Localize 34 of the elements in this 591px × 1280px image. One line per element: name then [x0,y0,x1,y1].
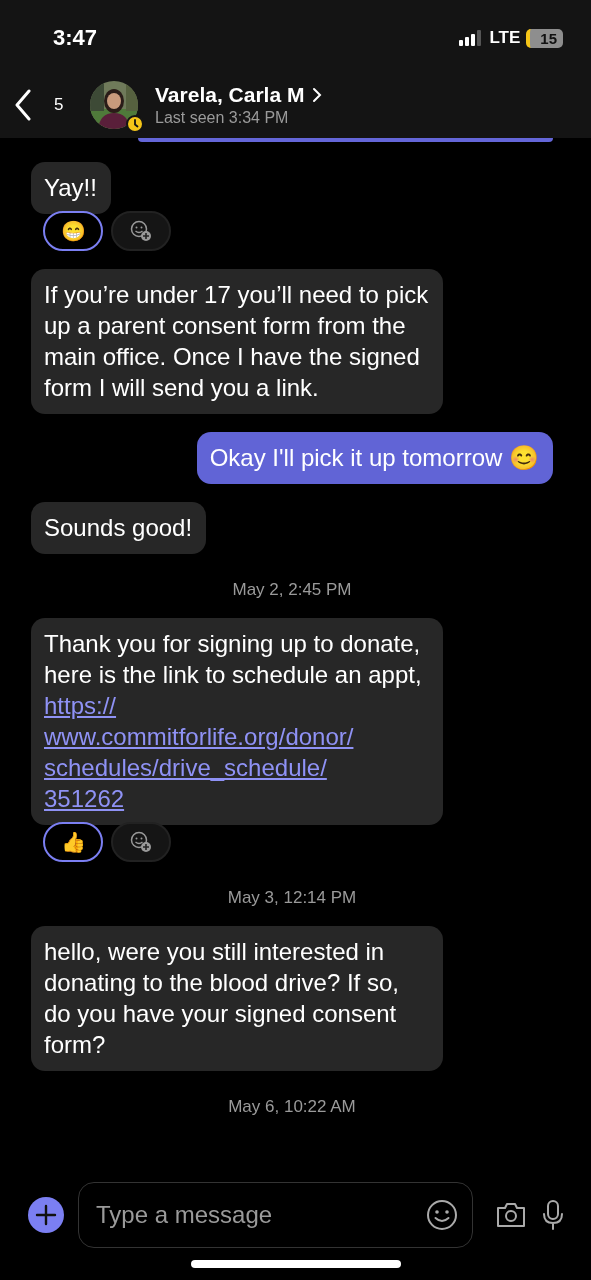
message-bubble: hello, were you still interested in donating to the blood drive? If so, do you have your signed consent form? [31,926,443,1071]
input-box[interactable]: Type a message [78,1182,473,1248]
network-label: LTE [489,28,521,48]
message-bubble: If you’re under 17 you’ll need to pick up a parent consent form from the main office. Once I have the signed form I will send you a link. [31,269,443,414]
reaction-chip[interactable]: 👍 [43,822,103,862]
add-reaction-button[interactable] [111,822,171,862]
chevron-icon[interactable] [312,87,323,103]
back-count[interactable]: 5 [54,95,90,115]
reaction-chip[interactable]: 😁 [43,211,103,251]
link[interactable]: https:// [44,692,117,719]
status-time: 3:47 [53,25,98,51]
link[interactable]: schedules/drive_schedule/ [44,752,327,783]
message-bubble: Thank you for signing up to donate, here is the link to schedule an appt, https:// www.commitforlife.org/donor/ schedules/drive_schedule/ 351262 [31,618,443,825]
link[interactable]: www.commitforlife.org/donor/ [44,721,354,752]
microphone-icon[interactable] [541,1199,565,1231]
timestamp: May 3, 12:14 PM [227,888,357,908]
contact-name[interactable]: Varela, Carla M [155,82,305,108]
back-icon[interactable] [14,89,32,121]
add-emoji-icon[interactable] [130,831,152,853]
add-button[interactable] [28,1197,64,1233]
message-bubble: Sounds good! [31,502,207,554]
last-seen-text: Last seen 3:34 PM [155,108,290,128]
emoji-icon[interactable] [426,1199,458,1231]
message-bubble: Yay!! [31,162,111,214]
link[interactable]: 351262 [44,783,125,814]
add-emoji-icon[interactable] [130,220,152,242]
signal-icon [459,30,484,46]
timestamp: May 2, 2:45 PM [232,580,352,600]
camera-icon[interactable] [495,1201,527,1229]
message-input[interactable]: Type a message [94,1200,426,1230]
timestamp: May 6, 10:22 AM [228,1097,356,1117]
battery-indicator: 15 [526,28,563,48]
add-reaction-button[interactable] [111,211,171,251]
message-bubble: Okay I'll pick it up tomorrow 😊 [196,432,553,484]
